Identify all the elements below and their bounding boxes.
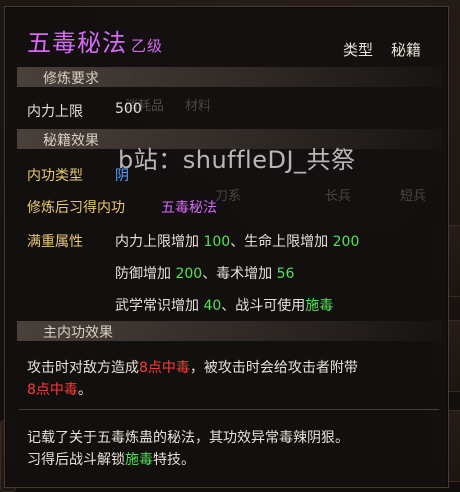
section-requirements: 修炼要求 [17,67,442,87]
section-main-effect-title: 主内功效果 [43,325,113,341]
effect-line-1: 攻击时对敌方造成8点中毒，被攻击时会给攻击者附带 [27,357,358,377]
bg-label-gun: 长兵 [325,189,352,204]
poison-amount: 8点中毒 [27,382,78,398]
bg-label-material: 材料 [185,99,212,114]
bg-label-knife: 刀系 [215,189,242,204]
attr-text: 、毒术增加 [202,266,277,282]
attr-value: 200 [175,266,203,282]
effect-text: 。 [77,382,92,398]
item-title: 五毒秘法 乙级 [27,23,163,58]
requirement-value: 500 [115,101,142,117]
desc-text: 习得后战斗解锁 [27,452,125,468]
effect-line-2: 8点中毒。 [27,379,92,399]
skill-name: 施毒 [125,452,153,468]
section-main-effect: 主内功效果 [17,321,442,341]
requirement-label: 内力上限 [27,104,83,120]
divider [19,409,439,410]
item-type: 类型 秘籍 [343,39,439,60]
attr-text: 、战斗可使用 [221,298,306,314]
item-grade: 乙级 [131,37,164,55]
item-name: 五毒秘法 [27,29,127,57]
desc-text: 特技。 [153,452,195,468]
attr-value: 56 [276,266,295,282]
description-line-2: 习得后战斗解锁施毒特技。 [27,449,195,469]
full-attr-line-2: 防御增加 200、毒术增加 56 [115,263,294,283]
attr-value: 200 [332,234,360,250]
effect-text: ，被攻击时会给攻击者附带 [189,360,358,376]
poison-amount: 8点中毒 [139,360,190,376]
full-attr-line-1: 内力上限增加 100、生命上限增加 200 [115,231,359,251]
section-book-effect-title: 秘籍效果 [43,133,99,149]
skill-name: 施毒 [305,298,334,314]
attr-value: 100 [203,234,231,250]
item-type-label: 类型 [343,41,374,59]
attr-value: 40 [203,298,222,314]
item-type-value: 秘籍 [391,41,422,59]
item-tooltip-panel: 五毒秘法 乙级 类型 秘籍 消耗品 材料 刀系 长兵 短兵 修炼要求 内力上限 50… [4,6,449,488]
description-line-1: 记载了关于五毒炼蛊的秘法，其功效异常毒辣阴狠。 [27,430,349,446]
video-watermark: b站：shuffleDJ_共祭 [118,146,356,174]
bg-label-gun2: 短兵 [400,189,427,204]
attr-text: 、生命上限增加 [230,234,333,250]
effect-text: 攻击时对敌方造成 [27,360,139,376]
attr-text: 防御增加 [115,266,176,282]
full-attr-label: 满重属性 [27,234,83,250]
section-requirements-title: 修炼要求 [43,71,99,87]
attr-text: 武学常识增加 [115,298,204,314]
learn-label: 修炼后习得内功 [27,200,125,216]
inner-type-label: 内功类型 [27,168,83,184]
full-attr-line-3: 武学常识增加 40、战斗可使用施毒 [115,295,333,315]
attr-text: 内力上限增加 [115,234,204,250]
learn-value: 五毒秘法 [161,200,217,216]
